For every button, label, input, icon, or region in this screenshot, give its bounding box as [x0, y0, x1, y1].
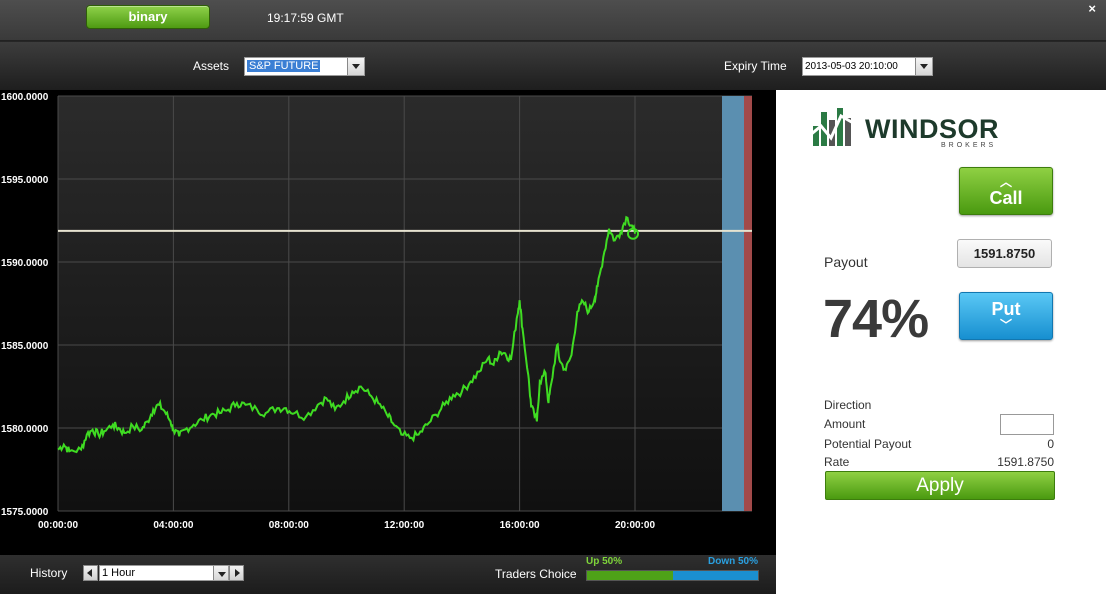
- traders-up-label: Up 50%: [586, 556, 623, 567]
- asset-bar: Assets S&P FUTURE Expiry Time 2013-05-03…: [0, 42, 1106, 90]
- traders-down-label: Down 50%: [707, 556, 758, 567]
- logo-subtext: BROKERS: [941, 142, 997, 149]
- bottom-bar: History 1 Hour Traders Choice Up 50% Dow…: [0, 555, 776, 594]
- x-tick-label: 12:00:00: [384, 520, 424, 531]
- amount-label: Amount: [824, 417, 866, 431]
- expiry-band: [722, 96, 744, 511]
- top-bar: binary 19:17:59 GMT ×: [0, 0, 1106, 41]
- server-clock: 19:17:59 GMT: [267, 11, 344, 25]
- chevron-down-icon[interactable]: [915, 58, 932, 75]
- plot-area: [58, 96, 752, 511]
- history-select-value: 1 Hour: [102, 567, 136, 579]
- chevron-down-icon[interactable]: [347, 58, 364, 75]
- apply-button[interactable]: Apply: [825, 471, 1055, 500]
- x-tick-label: 16:00:00: [500, 520, 540, 531]
- x-axis-ticks: 00:00:00 04:00:00 08:00:00 12:00:00 16:00:00…: [38, 520, 655, 531]
- x-tick-label: 08:00:00: [269, 520, 309, 531]
- traders-choice-bar: [586, 570, 759, 581]
- rate-label: Rate: [824, 455, 850, 469]
- traders-down-fill: [672, 571, 758, 580]
- y-tick-label: 1580.0000: [1, 424, 49, 435]
- traders-choice-label: Traders Choice: [495, 567, 577, 581]
- windsor-brokers-logo: WINDSOR BROKERS: [807, 100, 1035, 156]
- chevron-down-icon: ﹀: [999, 318, 1012, 332]
- y-tick-label: 1595.0000: [1, 175, 49, 186]
- history-next-button[interactable]: [229, 565, 244, 581]
- x-tick-label: 04:00:00: [153, 520, 193, 531]
- y-tick-label: 1590.0000: [1, 258, 49, 269]
- history-prev-button[interactable]: [83, 565, 98, 581]
- y-axis-ticks: 1600.0000 1595.0000 1590.0000 1585.0000 1580…: [1, 92, 49, 518]
- logo-text: WINDSOR: [865, 114, 999, 144]
- y-tick-label: 1585.0000: [1, 341, 49, 352]
- rate-value: 1591.8750: [997, 455, 1054, 469]
- expiry-select-value: 2013-05-03 20:10:00: [805, 61, 898, 72]
- potential-payout-value: 0: [1047, 437, 1054, 451]
- x-tick-label: 20:00:00: [615, 520, 655, 531]
- binary-trading-window: binary 19:17:59 GMT × Assets S&P FUTURE …: [0, 0, 1106, 594]
- expiry-time-label: Expiry Time: [724, 59, 787, 73]
- y-tick-label: 1575.0000: [1, 507, 49, 518]
- payout-label: Payout: [824, 254, 868, 270]
- asset-select[interactable]: S&P FUTURE: [244, 57, 365, 76]
- trade-panel: WINDSOR BROKERS ︿ Call Payout 1591.8750 …: [776, 90, 1106, 594]
- call-button[interactable]: ︿ Call: [959, 167, 1053, 215]
- x-tick-label: 00:00:00: [38, 520, 78, 531]
- close-icon[interactable]: ×: [1088, 1, 1096, 16]
- history-select[interactable]: 1 Hour: [99, 565, 229, 581]
- assets-label: Assets: [193, 59, 230, 73]
- put-button-label: Put: [991, 299, 1021, 319]
- traders-up-fill: [587, 571, 673, 580]
- price-chart[interactable]: 1600.0000 1595.0000 1590.0000 1585.0000 1580…: [0, 90, 776, 555]
- y-tick-label: 1600.0000: [1, 92, 49, 103]
- binary-mode-button[interactable]: binary: [86, 5, 210, 29]
- amount-input[interactable]: [1000, 414, 1054, 435]
- payout-percentage: 74%: [823, 289, 929, 349]
- chevron-up-icon: ︿: [999, 175, 1012, 189]
- put-button[interactable]: Put ﹀: [959, 292, 1053, 340]
- chevron-down-icon[interactable]: [213, 566, 228, 580]
- call-button-label: Call: [989, 188, 1023, 208]
- logo-mark-icon: [808, 108, 856, 146]
- expiry-time-select[interactable]: 2013-05-03 20:10:00: [802, 57, 933, 76]
- history-label: History: [30, 566, 68, 580]
- price-chart-svg: 1600.0000 1595.0000 1590.0000 1585.0000 1580…: [1, 92, 752, 531]
- potential-payout-label: Potential Payout: [824, 437, 912, 451]
- current-rate-display: 1591.8750: [957, 239, 1052, 268]
- direction-label: Direction: [824, 398, 872, 412]
- asset-select-value: S&P FUTURE: [247, 60, 321, 72]
- expiry-line: [744, 96, 752, 511]
